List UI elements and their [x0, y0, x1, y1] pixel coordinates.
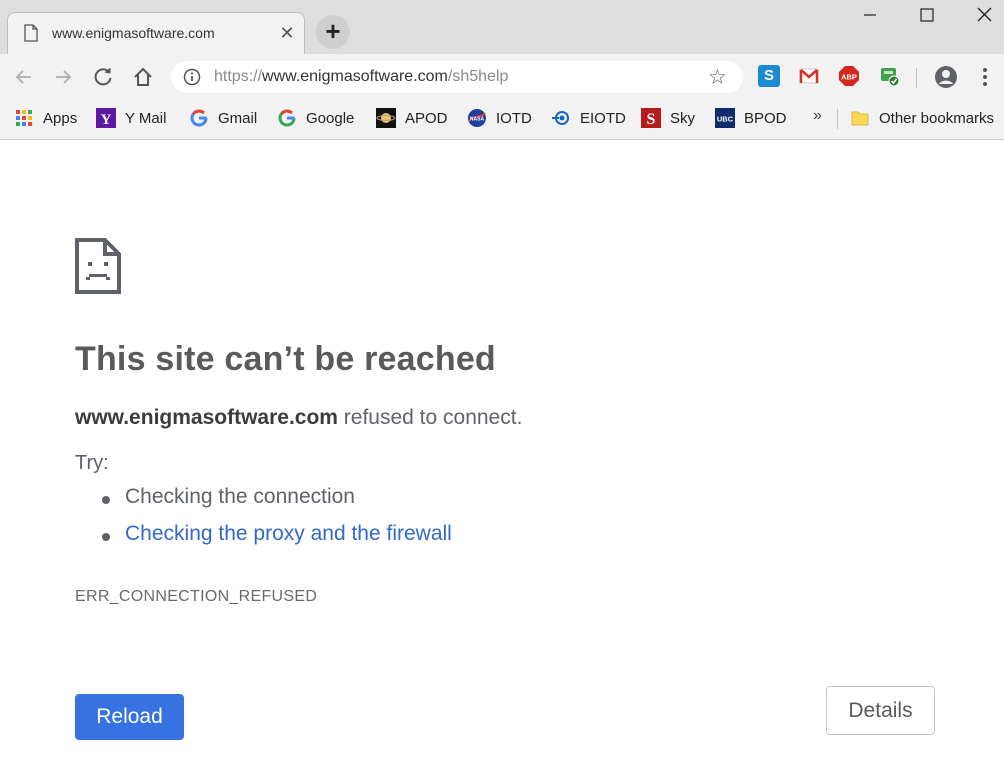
close-icon[interactable]: [964, 0, 1004, 30]
bookmark-eiotd[interactable]: EIOTD: [551, 107, 626, 129]
bookmark-apps[interactable]: Apps: [14, 107, 77, 129]
bookmark-label: Google: [306, 109, 355, 127]
bookmark-apod[interactable]: APOD: [376, 107, 448, 129]
gmail-checker-icon[interactable]: [798, 65, 820, 87]
details-button[interactable]: Details: [826, 686, 935, 735]
error-host: www.enigmasoftware.com: [75, 406, 338, 429]
apps-grid-icon: [16, 110, 32, 126]
url-text[interactable]: https://www.enigmasoftware.com/sh5help: [214, 68, 508, 86]
home-icon[interactable]: [130, 64, 156, 90]
bookmark-label: Gmail: [218, 109, 258, 127]
google-icon: [190, 109, 208, 127]
try-label: Try:: [75, 452, 109, 474]
suggestion-check-connection: Checking the connection: [75, 485, 452, 522]
google-icon: [278, 109, 296, 127]
apod-icon: [376, 108, 396, 128]
error-code: ERR_CONNECTION_REFUSED: [75, 588, 318, 605]
bookmark-sky[interactable]: S Sky: [641, 107, 695, 129]
bookmark-bpod[interactable]: UBC BPOD: [715, 107, 787, 129]
error-message-text: refused to connect.: [337, 406, 523, 429]
suggestion-check-proxy-firewall-link[interactable]: Checking the proxy and the firewall: [75, 522, 452, 559]
back-arrow-icon[interactable]: [11, 64, 37, 90]
folder-icon: [851, 111, 869, 126]
nasa-icon: NASA: [468, 109, 486, 127]
bookmark-label: APOD: [405, 109, 448, 127]
profile-avatar-icon[interactable]: [934, 65, 958, 89]
tab-close-icon[interactable]: ✕: [278, 22, 296, 44]
bookmark-label: Y Mail: [125, 109, 167, 127]
bookmark-ymail[interactable]: Y Y Mail: [96, 107, 166, 129]
suggestion-list: Checking the connection Checking the pro…: [75, 485, 452, 559]
url-scheme: https://: [214, 68, 263, 85]
url-host: www.enigmasoftware.com: [262, 68, 448, 85]
forward-arrow-icon[interactable]: [50, 64, 76, 90]
browser-tab[interactable]: www.enigmasoftware.com ✕: [7, 12, 305, 54]
minimize-icon[interactable]: [850, 0, 890, 30]
info-icon[interactable]: [183, 68, 201, 86]
tab-title: www.enigmasoftware.com: [52, 25, 215, 41]
bookmark-label: EIOTD: [580, 109, 626, 127]
bookmarks-overflow-chevron-icon[interactable]: »: [813, 107, 822, 125]
sky-icon: S: [641, 108, 661, 128]
reload-button[interactable]: Reload: [75, 694, 184, 740]
browser-toolbar: https://www.enigmasoftware.com/sh5help ☆…: [0, 54, 1004, 100]
more-menu-icon[interactable]: [978, 66, 992, 88]
tab-strip: www.enigmasoftware.com ✕ +: [0, 0, 1004, 54]
reload-icon[interactable]: [90, 64, 116, 90]
adblock-plus-icon[interactable]: ABP: [838, 65, 860, 87]
skype-icon[interactable]: S: [758, 65, 780, 87]
bookmark-star-icon[interactable]: ☆: [708, 65, 727, 90]
bookmark-gmail[interactable]: Gmail: [189, 107, 257, 129]
svg-text:UBC: UBC: [717, 115, 734, 124]
bookmark-label: Apps: [43, 109, 78, 127]
new-tab-button[interactable]: +: [316, 15, 350, 49]
bookmark-label: IOTD: [496, 109, 532, 127]
bookmark-google[interactable]: Google: [277, 107, 354, 129]
toolbar-divider: [916, 68, 917, 88]
svg-text:Y: Y: [101, 112, 112, 128]
ubc-icon: UBC: [715, 108, 735, 128]
bookmark-label: BPOD: [744, 109, 787, 127]
bookmark-label: Sky: [670, 109, 696, 127]
svg-text:S: S: [647, 111, 656, 128]
maximize-icon[interactable]: [907, 0, 947, 30]
eiotd-icon: [552, 111, 569, 125]
svg-text:ABP: ABP: [841, 73, 857, 82]
green-extension-icon[interactable]: [878, 65, 900, 87]
sad-page-icon: [75, 238, 121, 294]
other-bookmarks-folder[interactable]: Other bookmarks: [850, 107, 994, 129]
svg-text:NASA: NASA: [470, 117, 485, 123]
bookmarks-bar: Apps Y Y Mail Gmail Google APOD NASA IOT…: [0, 100, 1004, 140]
url-path: /sh5help: [447, 68, 509, 85]
error-title: This site can’t be reached: [75, 340, 496, 378]
other-bookmarks-label: Other bookmarks: [879, 109, 995, 127]
address-bar[interactable]: https://www.enigmasoftware.com/sh5help ☆: [171, 61, 743, 93]
bookmark-iotd[interactable]: NASA IOTD: [467, 107, 532, 129]
bookmarks-divider: [837, 109, 838, 129]
yahoo-icon: Y: [96, 108, 116, 128]
page-icon: [24, 24, 38, 42]
error-message: www.enigmasoftware.com refused to connec…: [75, 406, 522, 430]
